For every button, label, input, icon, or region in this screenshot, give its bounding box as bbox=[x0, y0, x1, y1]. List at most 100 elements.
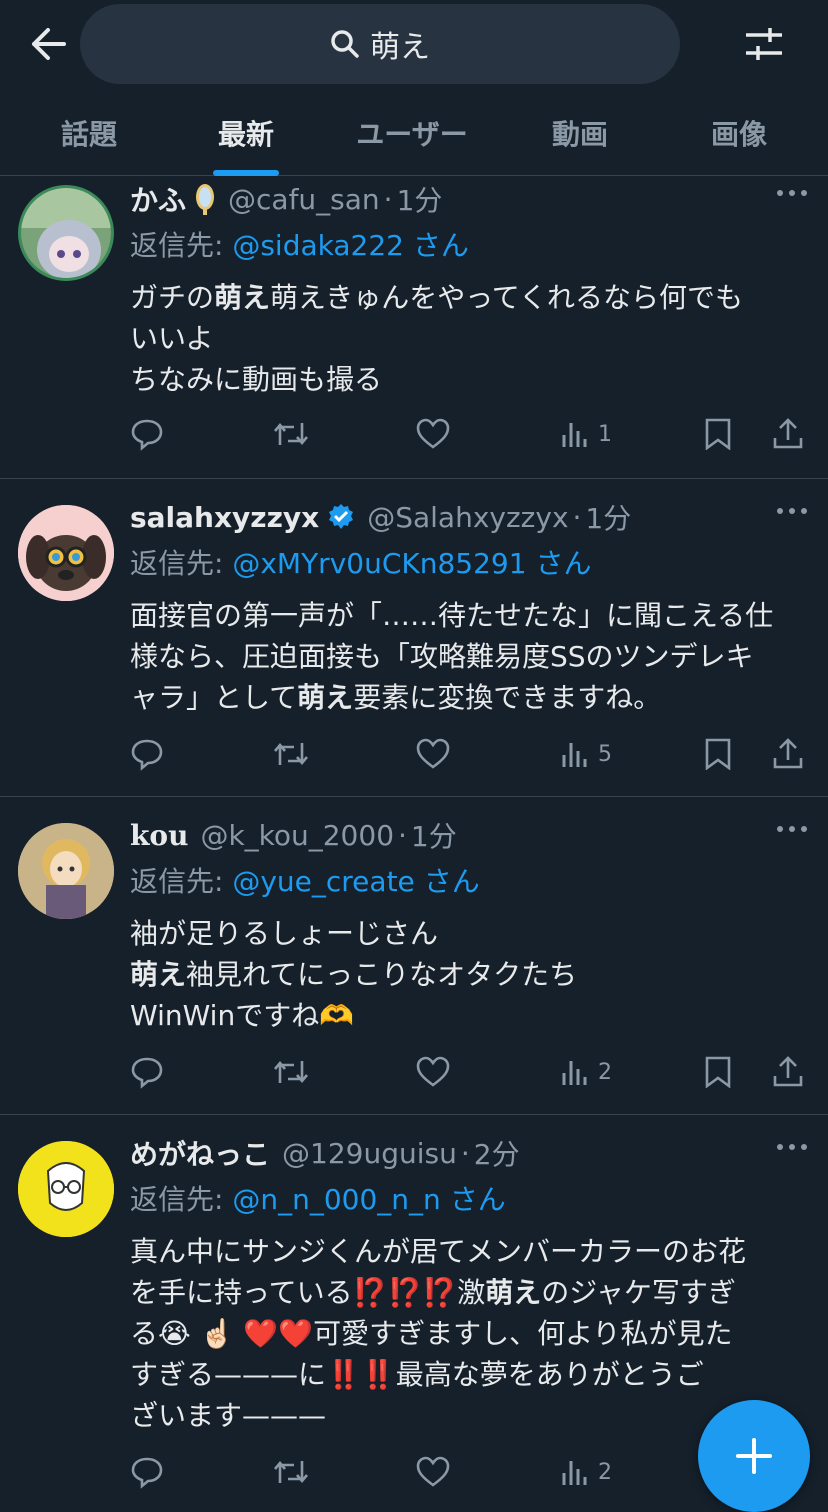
reply-icon bbox=[131, 739, 163, 771]
views-icon bbox=[562, 743, 587, 767]
reply-icon bbox=[131, 1057, 163, 1089]
user-handle[interactable]: @cafu_san bbox=[228, 183, 380, 216]
avatar[interactable] bbox=[18, 1141, 114, 1237]
views-count: 2 bbox=[598, 1459, 612, 1485]
filter-sliders-icon bbox=[746, 28, 782, 60]
tweet[interactable]: かふ @cafu_san · 1分 返信先: @sidaka222 さん ガチの… bbox=[0, 177, 828, 479]
like-button[interactable] bbox=[416, 1447, 450, 1497]
compose-plus-icon bbox=[736, 1438, 772, 1474]
like-icon bbox=[416, 1056, 450, 1087]
reply-icon bbox=[131, 419, 163, 451]
tweet-text: 袖が足りるしょーじさん 萌え袖見れてにっこりなオタクたち WinWinですね🫶 bbox=[130, 917, 578, 1032]
reply-context: 返信先: @xMYrv0uCKn85291 さん bbox=[130, 547, 592, 580]
user-handle[interactable]: @Salahxyzzyx bbox=[367, 501, 568, 534]
avatar[interactable] bbox=[18, 185, 114, 281]
tweet-actions: 1 bbox=[130, 409, 810, 459]
reply-context: 返信先: @sidaka222 さん bbox=[130, 229, 469, 262]
reply-mention-link[interactable]: @xMYrv0uCKn85291 さん bbox=[232, 547, 591, 580]
retweet-button[interactable] bbox=[272, 1447, 310, 1497]
retweet-button[interactable] bbox=[272, 1047, 310, 1097]
views-button[interactable]: 2 bbox=[560, 1447, 612, 1497]
bookmark-icon bbox=[705, 738, 731, 770]
share-icon bbox=[773, 738, 803, 769]
like-icon bbox=[416, 418, 450, 449]
more-icon[interactable] bbox=[774, 819, 810, 839]
highlighted-keyword: 萌え bbox=[214, 281, 271, 314]
retweet-icon bbox=[274, 1460, 308, 1484]
reply-button[interactable] bbox=[130, 1447, 164, 1497]
active-tab-indicator bbox=[213, 170, 279, 176]
timestamp[interactable]: 1分 bbox=[411, 815, 457, 855]
retweet-button[interactable] bbox=[272, 409, 310, 459]
views-icon bbox=[562, 423, 587, 447]
share-button[interactable] bbox=[772, 1047, 804, 1097]
tweet-text: 面接官の第一声が「……待たせたな」に聞こえる仕 様なら、圧迫面接も「攻略難易度S… bbox=[130, 599, 774, 714]
display-name[interactable]: かふ bbox=[130, 179, 186, 219]
reply-mention-link[interactable]: @yue_create さん bbox=[232, 865, 479, 898]
share-button[interactable] bbox=[772, 729, 804, 779]
retweet-button[interactable] bbox=[272, 729, 310, 779]
tab-users[interactable]: ユーザー bbox=[314, 90, 510, 176]
highlighted-keyword: 萌え bbox=[485, 1276, 542, 1309]
display-name[interactable]: kou bbox=[130, 819, 188, 852]
search-filter-button[interactable] bbox=[736, 20, 792, 68]
avatar[interactable] bbox=[18, 823, 114, 919]
search-tabs: 話題 最新 ユーザー 動画 画像 bbox=[0, 90, 828, 176]
bookmark-button[interactable] bbox=[704, 729, 732, 779]
reply-button[interactable] bbox=[130, 729, 164, 779]
bookmark-button[interactable] bbox=[704, 1047, 732, 1097]
search-bar[interactable]: 萌え bbox=[80, 4, 680, 84]
compose-tweet-button[interactable] bbox=[698, 1400, 810, 1512]
highlighted-keyword: 萌え bbox=[130, 958, 187, 991]
share-button[interactable] bbox=[772, 409, 804, 459]
separator-dot: · bbox=[398, 818, 407, 852]
display-name[interactable]: salahxyzzyx bbox=[130, 501, 319, 534]
user-handle[interactable]: @129uguisu bbox=[282, 1137, 457, 1170]
like-button[interactable] bbox=[416, 1047, 450, 1097]
timestamp[interactable]: 1分 bbox=[397, 179, 443, 219]
back-arrow-icon bbox=[32, 28, 66, 60]
more-icon[interactable] bbox=[774, 501, 810, 521]
timestamp[interactable]: 2分 bbox=[474, 1133, 520, 1173]
search-query[interactable]: 萌え bbox=[370, 22, 430, 66]
tweet[interactable]: salahxyzzyx @Salahxyzzyx · 1分 返信先: @xMYr… bbox=[0, 479, 828, 797]
top-bar: 萌え 話題 最新 ユーザー 動画 画像 bbox=[0, 0, 828, 176]
timestamp[interactable]: 1分 bbox=[585, 497, 631, 537]
retweet-icon bbox=[274, 1060, 308, 1084]
views-button[interactable]: 2 bbox=[560, 1047, 612, 1097]
highlighted-keyword: 萌え bbox=[297, 681, 354, 714]
search-icon bbox=[331, 30, 359, 58]
views-icon bbox=[562, 1061, 587, 1085]
retweet-icon bbox=[274, 742, 308, 766]
tab-trending[interactable]: 話題 bbox=[0, 90, 178, 176]
reply-mention-link[interactable]: @sidaka222 さん bbox=[232, 229, 469, 262]
tab-videos[interactable]: 動画 bbox=[510, 90, 650, 176]
views-button[interactable]: 1 bbox=[560, 409, 612, 459]
mirror-emoji-icon bbox=[196, 184, 215, 215]
reply-mention-link[interactable]: @n_n_000_n_n さん bbox=[232, 1183, 505, 1216]
retweet-icon bbox=[274, 422, 308, 446]
tweet[interactable]: kou @k_kou_2000 · 1分 返信先: @yue_create さん… bbox=[0, 797, 828, 1115]
display-name[interactable]: めがねっこ bbox=[130, 1133, 270, 1173]
views-button[interactable]: 5 bbox=[560, 729, 612, 779]
views-count: 2 bbox=[598, 1059, 612, 1085]
avatar[interactable] bbox=[18, 505, 114, 601]
verified-badge-icon bbox=[329, 504, 354, 529]
views-count: 1 bbox=[598, 421, 612, 447]
views-count: 5 bbox=[598, 741, 612, 767]
more-icon[interactable] bbox=[774, 183, 810, 203]
reply-button[interactable] bbox=[130, 409, 164, 459]
like-button[interactable] bbox=[416, 409, 450, 459]
views-icon bbox=[562, 1461, 587, 1485]
back-button[interactable] bbox=[24, 22, 72, 66]
like-button[interactable] bbox=[416, 729, 450, 779]
tweet-text: 真ん中にサンジくんが居てメンバーカラーのお花 を手に持っている⁉️⁉️⁉️激萌え… bbox=[130, 1235, 747, 1432]
tweet-actions: 2 bbox=[130, 1047, 810, 1097]
user-handle[interactable]: @k_kou_2000 bbox=[200, 819, 394, 852]
more-icon[interactable] bbox=[774, 1137, 810, 1157]
tab-latest[interactable]: 最新 bbox=[178, 90, 314, 176]
reply-button[interactable] bbox=[130, 1047, 164, 1097]
bookmark-button[interactable] bbox=[704, 409, 732, 459]
tab-images[interactable]: 画像 bbox=[650, 90, 828, 176]
share-icon bbox=[773, 418, 803, 449]
